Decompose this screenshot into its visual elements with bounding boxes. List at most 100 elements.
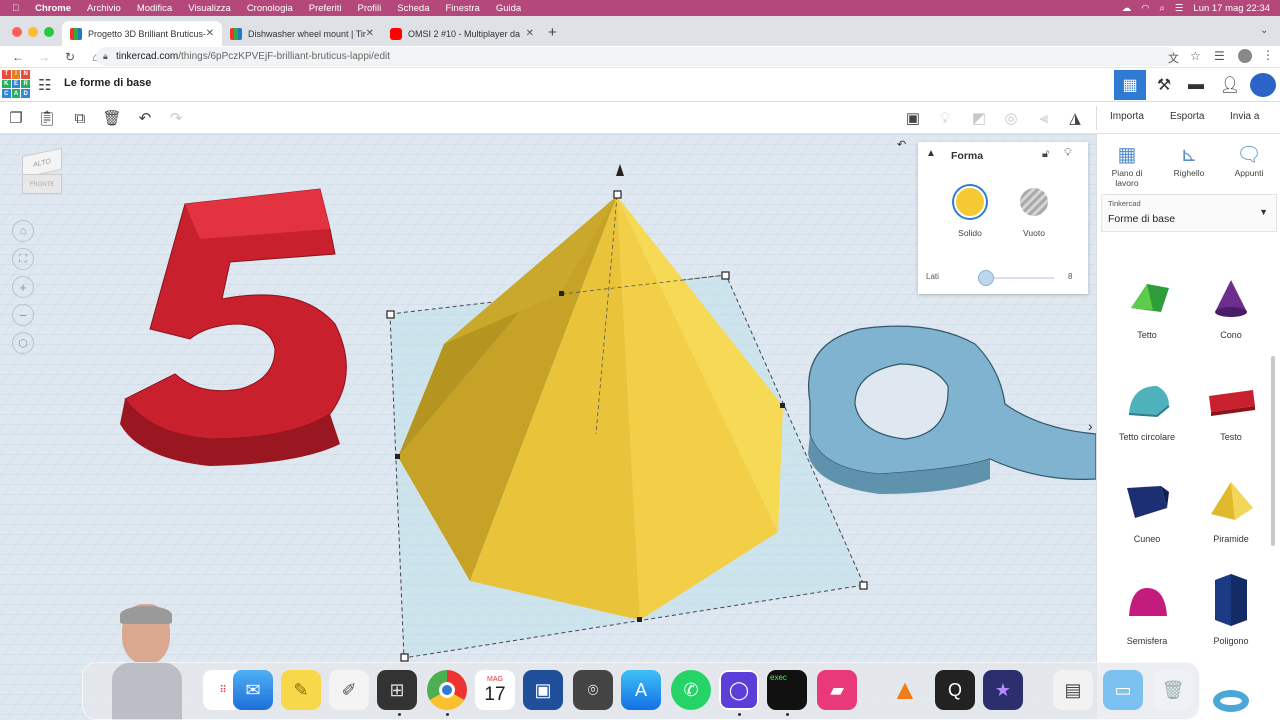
library-select[interactable]: Tinkercad Forme di base ▼ [1101,194,1277,232]
codeblocks-pickaxe-icon[interactable]: ⚒ [1148,70,1180,100]
folder-icon[interactable]: ▭ [1103,670,1143,710]
hole-label[interactable]: Vuoto [1012,228,1056,238]
clock-text[interactable]: Lun 17 mag 22:34 [1193,3,1270,14]
fit-view-icon[interactable]: ⛶ [12,248,34,270]
shape-polygon[interactable]: Poligono [1191,570,1271,646]
tab-dishwasher[interactable]: Dishwasher wheel mount | Tink ✕ [222,21,382,46]
project-title[interactable]: Le forme di base [64,77,151,89]
calculator-icon[interactable]: ⊞ [377,670,417,710]
mirror-icon[interactable]: ◮ [1064,108,1086,128]
textedit-icon[interactable]: ✐ [329,670,369,710]
shape-roof[interactable]: Tetto [1107,274,1187,340]
forward-icon[interactable]: → [36,50,52,64]
zoom-in-icon[interactable]: + [12,276,34,298]
notes-toggle-icon[interactable]: ▣ [902,108,924,128]
perspective-icon[interactable]: ⬡ [12,332,34,354]
apple-icon[interactable]:  [12,3,19,14]
imovie-icon[interactable]: ★ [983,670,1023,710]
sides-slider-thumb[interactable] [977,270,994,286]
align-icon[interactable]: ⫷ [1033,108,1055,128]
menu-archivio[interactable]: Archivio [87,3,121,14]
ungroup-icon[interactable]: ◎ [1000,108,1022,128]
view-cube-front[interactable]: FRONTE [22,174,62,194]
shape-wedge[interactable]: Cuneo [1107,478,1187,544]
terminal-icon[interactable]: exec [767,670,807,710]
new-tab-icon[interactable]: + [548,24,557,41]
close-tab-icon[interactable]: ✕ [206,28,214,39]
collapse-inspector-icon[interactable]: ▲ [926,148,936,159]
menu-app-name[interactable]: Chrome [35,3,71,14]
reading-list-icon[interactable]: ☰ [1214,49,1225,63]
solid-label[interactable]: Solido [948,228,992,238]
notes-tool[interactable]: 🗨︎ Appunti [1221,142,1277,178]
shape-pyramid[interactable]: Piramide [1191,478,1271,544]
add-user-icon[interactable]: 👤︎ [1214,70,1246,100]
translate-icon[interactable]: 文 [1168,50,1179,66]
lock-icon[interactable]: 🔒︎ [103,51,108,62]
menu-profili[interactable]: Profili [358,3,382,14]
tab-tinkercad-project[interactable]: Progetto 3D Brilliant Bruticus-l ✕ [62,21,222,46]
url-field[interactable]: 🔒︎ tinkercad.com/things/6pPczKPVEjF-bril… [96,47,1176,66]
tab-search-icon[interactable]: ⌄ [1260,25,1268,36]
wifi-icon[interactable]: ◠ [1141,3,1149,14]
panel-scrollbar[interactable] [1271,356,1275,546]
view-cube[interactable]: ALTO FRONTE [22,147,64,194]
back-icon[interactable]: ← [10,50,26,64]
zoom-out-icon[interactable]: − [12,304,34,326]
shape-half-sphere[interactable]: Semisfera [1107,580,1187,646]
solid-color-swatch[interactable] [954,186,986,218]
chrome-icon[interactable] [427,670,467,710]
presentation-app-icon[interactable]: ▰ [817,670,857,710]
trash-icon[interactable]: 🗑︎ [1153,670,1193,710]
vlc-icon[interactable]: ▲ [885,670,925,710]
menu-cronologia[interactable]: Cronologia [247,3,293,14]
screenshot-icon[interactable]: ⌾ [573,670,613,710]
close-tab-icon[interactable]: ✕ [526,28,534,39]
profile-avatar[interactable] [1238,49,1252,63]
zoom-window-button[interactable] [44,27,54,37]
close-tab-icon[interactable]: ✕ [366,28,374,39]
collapse-panel-chevron-icon[interactable]: › [1088,418,1093,434]
light-bulb-icon[interactable]: 💡︎ [934,108,956,128]
search-icon[interactable]: ⌕ [1160,3,1165,14]
mail-icon[interactable]: ✉ [233,670,273,710]
close-window-button[interactable] [12,27,22,37]
shape-cone[interactable]: Cono [1191,274,1271,340]
group-icon[interactable]: ◩ [968,108,990,128]
calendar-icon[interactable]: MAG 17 [475,670,515,710]
menu-visualizza[interactable]: Visualizza [188,3,231,14]
app-store-icon[interactable]: A [621,670,661,710]
reload-icon[interactable]: ↻ [62,50,78,64]
redo-icon[interactable]: ↷ [165,108,187,128]
shape-text[interactable]: Testo [1191,376,1271,442]
document-icon[interactable]: ▤ [1053,670,1093,710]
screen-sharing-icon[interactable]: ▣ [523,670,563,710]
cloud-icon[interactable]: ☁ [1122,3,1132,14]
delete-icon[interactable]: 🗑︎ [101,108,123,128]
menu-finestra[interactable]: Finestra [446,3,480,14]
screen-recorder-icon[interactable]: ◯ [719,670,759,710]
undo-icon[interactable]: ↶ [134,108,156,128]
hole-swatch[interactable] [1020,188,1048,216]
workplane-tool[interactable]: ▦ Piano di lavoro [1099,142,1155,188]
paste-icon[interactable]: 📋︎ [36,108,58,128]
design-list-icon[interactable]: ☷ [38,76,51,94]
notes-app-icon[interactable]: ✎ [281,670,321,710]
chrome-menu-icon[interactable]: ⋮ [1262,48,1274,62]
menu-scheda[interactable]: Scheda [397,3,429,14]
duplicate-icon[interactable]: ⧉ [69,108,91,128]
menu-preferiti[interactable]: Preferiti [309,3,342,14]
3d-view-grid-icon[interactable]: ▦ [1114,70,1146,100]
import-button[interactable]: Importa [1110,111,1144,122]
copy-icon[interactable]: ❐ [5,108,27,128]
tinkercad-logo[interactable]: T I N K E R C A D [2,70,30,98]
whatsapp-icon[interactable]: ✆ [671,670,711,710]
ruler-tool[interactable]: ⊾ Righello [1161,142,1217,178]
home-view-icon[interactable]: ⌂ [12,220,34,242]
user-avatar[interactable] [1248,71,1278,99]
menu-modifica[interactable]: Modifica [137,3,172,14]
control-center-icon[interactable]: ☰ [1175,3,1184,14]
tab-omsi[interactable]: OMSI 2 #10 - Multiplayer da ✕ [382,21,542,46]
bookmark-star-icon[interactable]: ☆ [1190,49,1201,63]
quicktime-icon[interactable]: Q [935,670,975,710]
